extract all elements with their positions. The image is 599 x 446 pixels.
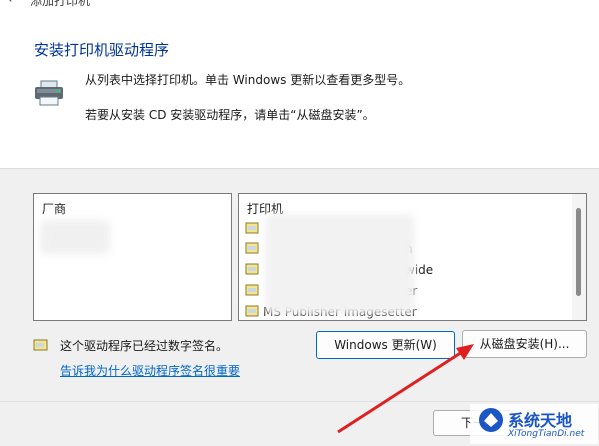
printer-small-icon — [245, 222, 259, 234]
watermark: 系统天地 XiTongTianDi.net — [470, 404, 598, 444]
windows-update-button[interactable]: Windows 更新(W) — [316, 331, 455, 359]
printer-list-scrollbar[interactable] — [572, 194, 586, 320]
printer-small-icon — [245, 284, 259, 296]
watermark-url: XiTongTianDi.net — [508, 429, 585, 439]
instruction-line-1: 从列表中选择打印机。单击 Windows 更新以查看更多型号。 — [85, 73, 411, 87]
printer-icon — [35, 80, 63, 106]
printer-small-icon — [245, 305, 259, 317]
manufacturer-list[interactable]: 厂商 — [33, 193, 232, 321]
page-title: 安装打印机驱动程序 — [34, 41, 170, 59]
manufacturer-column-header: 厂商 — [34, 194, 231, 218]
watermark-text: 系统天地 — [508, 411, 573, 430]
printer-small-icon — [245, 263, 259, 275]
back-arrow-icon[interactable]: ← — [8, 0, 18, 6]
signature-status-text: 这个驱动程序已经过数字签名。 — [60, 339, 229, 353]
have-disk-button[interactable]: 从磁盘安装(H)... — [462, 330, 587, 358]
signed-driver-icon — [33, 339, 48, 351]
printer-list[interactable]: 打印机 n wide er MS Publisher Imagesetter — [238, 193, 587, 321]
instruction-line-2: 若要从安装 CD 安装驱动程序，请单击“从磁盘安装”。 — [85, 108, 375, 122]
driver-signing-info-link[interactable]: 告诉我为什么驱动程序签名很重要 — [60, 362, 240, 379]
window-title: 添加打印机 — [30, 0, 91, 8]
watermark-logo-icon — [479, 408, 503, 432]
title-bar: ← 添加打印机 — [0, 0, 599, 8]
blurred-region — [265, 214, 415, 314]
wizard-header: 安装打印机驱动程序 — [0, 8, 599, 168]
printer-small-icon — [245, 242, 259, 254]
scrollbar-thumb[interactable] — [576, 208, 581, 296]
blurred-region — [40, 220, 110, 254]
